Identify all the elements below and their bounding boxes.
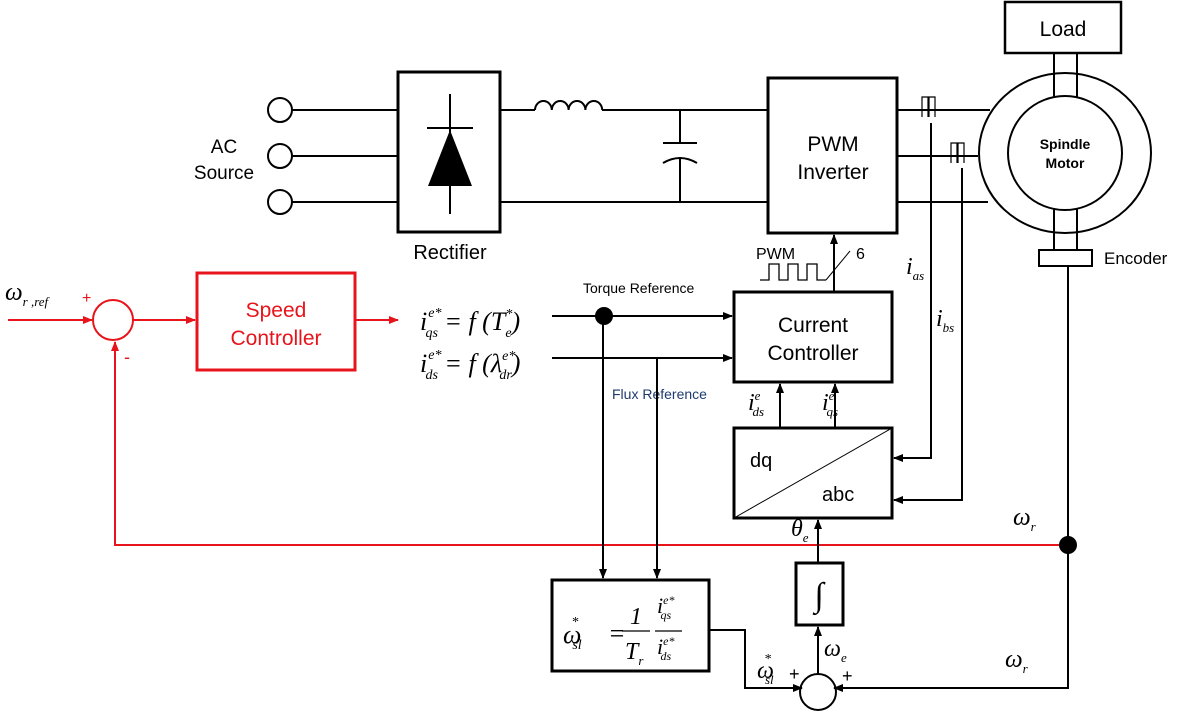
integral-icon: ∫ xyxy=(812,577,826,616)
slip-lhs: ω* sl xyxy=(563,615,582,653)
plus-sign: + xyxy=(842,666,853,686)
pulse-icon xyxy=(921,96,936,117)
speed-controller-label-2: Controller xyxy=(230,327,321,350)
ac-source: AC Source xyxy=(194,97,398,215)
slip-denominator-2: ie* ds xyxy=(657,634,674,663)
rectifier: Rectifier xyxy=(396,70,502,264)
pulse-icon xyxy=(950,142,965,163)
abc-label: abc xyxy=(822,484,854,506)
spindle-motor: Load Spindle Motor Encoder xyxy=(978,0,1168,268)
slip-equals: = xyxy=(608,619,626,648)
terminal xyxy=(267,97,293,123)
ac-label: AC xyxy=(211,137,237,158)
inductor-icon xyxy=(534,100,604,111)
plus-sign: + xyxy=(789,664,800,684)
ias-label: ias xyxy=(906,254,924,283)
current-controller-label-1: Current xyxy=(778,314,848,337)
theta-e-label: θe xyxy=(791,516,809,545)
slip-numerator-1: 1 xyxy=(630,604,642,630)
current-controller-label-2: Controller xyxy=(767,342,858,365)
speed-loop: ωr ,ref + - Speed Controller xyxy=(5,271,1068,546)
dq-label: dq xyxy=(750,450,772,472)
phase-count: 6 xyxy=(856,246,865,263)
current-references: ie* qs = f (T* e) ie* ds = f (λe* dr) Torque… xyxy=(420,280,733,579)
ids-feedback-label: ie ds xyxy=(748,388,764,419)
iqs-reference-equation: ie* qs = f (T* e) xyxy=(420,306,520,341)
flux-reference-label: Flux Reference xyxy=(612,386,707,402)
motor-label-1: Spindle xyxy=(1040,136,1091,152)
load-label: Load xyxy=(1040,18,1087,41)
rectifier-label: Rectifier xyxy=(413,242,487,264)
omega-r-label-2: ωr xyxy=(1005,646,1029,676)
encoder-label: Encoder xyxy=(1104,249,1168,268)
current-controller: Current Controller xyxy=(732,290,894,384)
torque-reference-label: Torque Reference xyxy=(583,280,695,296)
omega-e-label: ωe xyxy=(824,636,847,665)
capacitor-icon xyxy=(662,110,698,202)
pwm-label: PWM xyxy=(756,246,795,263)
encoder xyxy=(1038,249,1093,267)
omega-r-label: ωr xyxy=(1013,504,1037,534)
speed-controller-label-1: Speed xyxy=(246,299,307,322)
slip-denominator-1: Tr xyxy=(625,639,644,668)
pwm-waveform-icon xyxy=(760,263,826,281)
pwm-signal: PWM 6 xyxy=(756,234,865,292)
omega-ref-label: ωr ,ref xyxy=(5,279,51,309)
terminal xyxy=(267,143,293,169)
slip-numerator-2: ie* qs xyxy=(657,593,674,622)
speed-summing-junction xyxy=(92,299,134,341)
diode-icon xyxy=(428,130,472,186)
junction-dot xyxy=(1059,536,1077,554)
terminal xyxy=(267,189,293,215)
slip-summing-junction xyxy=(799,673,837,711)
spindle-motor-vector-control-diagram: AC Source Rectifier PWM Inverter Load Sp… xyxy=(5,0,1168,711)
source-label: Source xyxy=(194,163,254,184)
inverter-label-2: Inverter xyxy=(797,161,868,184)
inverter-label-1: PWM xyxy=(807,133,858,156)
ids-reference-equation: ie* ds = f (λe* dr) xyxy=(420,348,520,383)
dc-link xyxy=(500,100,768,203)
motor-label-2: Motor xyxy=(1046,155,1085,171)
minus-sign: - xyxy=(124,347,130,367)
encoder-feedback: ωr ωr xyxy=(833,266,1077,692)
omega-sl-label: ω* sl xyxy=(757,652,774,687)
ibs-label: ibs xyxy=(936,306,954,335)
plus-sign: + xyxy=(82,290,91,307)
pwm-inverter: PWM Inverter xyxy=(766,76,990,235)
